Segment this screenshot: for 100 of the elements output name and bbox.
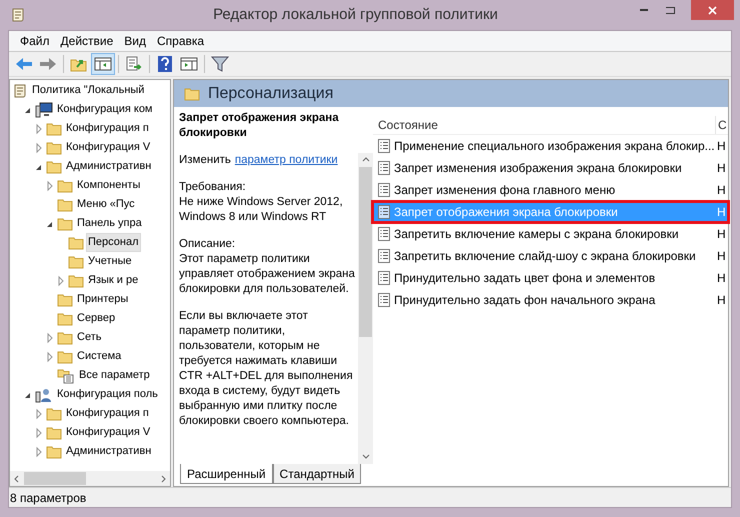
- export-list-icon: [125, 56, 143, 72]
- tree-item[interactable]: Конфигурация п: [64, 404, 151, 423]
- horizontal-scrollbar[interactable]: [10, 471, 170, 486]
- menu-item[interactable]: Справка: [152, 32, 210, 50]
- menu-item[interactable]: Действие: [56, 32, 118, 50]
- expand-arrow-icon[interactable]: [45, 332, 55, 344]
- scroll-icon: [12, 82, 28, 98]
- description-text: Если вы включаете этот параметр политики, пользователи, которым не требуется нажимать клавиши CTR +ALT+DEL для выполнения входа в систему, будут видеть выбранную ими плитку после блокировки своего компьютера.: [179, 309, 354, 429]
- column-header[interactable]: С: [716, 116, 728, 134]
- expand-arrow-icon[interactable]: [45, 180, 55, 192]
- view-tab[interactable]: Стандартный: [272, 464, 362, 484]
- tree-item[interactable]: Конфигурация V: [64, 423, 152, 442]
- policy-row[interactable]: Принудительно задать цвет фона и элементов Н: [374, 269, 727, 287]
- description-text: Этот параметр политики управляет отображением экрана блокировки для пользователей.: [179, 252, 356, 297]
- expand-arrow-icon[interactable]: [34, 408, 44, 420]
- tree-item[interactable]: Компоненты: [75, 176, 142, 195]
- folder-icon: [68, 254, 84, 268]
- folder-icon: [57, 312, 73, 326]
- edit-label: Изменить: [179, 153, 231, 168]
- forward-arrow-icon: [39, 57, 57, 71]
- tree-item[interactable]: Конфигурация п: [64, 119, 151, 138]
- tree-item[interactable]: Сервер: [75, 309, 118, 328]
- tree-item[interactable]: Учетные: [86, 252, 134, 271]
- policy-name: Запретить включение камеры с экрана блокировки: [394, 226, 679, 243]
- scrollbar-thumb[interactable]: [24, 472, 86, 485]
- tree-item[interactable]: Язык и ре: [86, 271, 140, 290]
- folder-icon: [57, 350, 73, 364]
- folder-icon: [57, 198, 73, 212]
- edit-policy-link[interactable]: параметр политики: [234, 153, 338, 168]
- table-cell-text: Н: [716, 248, 727, 265]
- table-cell-text: Н: [716, 138, 727, 155]
- expand-arrow-icon[interactable]: [34, 122, 44, 134]
- window-view-icon: [180, 57, 198, 71]
- expand-arrow-icon[interactable]: [34, 426, 44, 438]
- folder-icon: [184, 86, 200, 100]
- policy-row[interactable]: Запрет изменения изображения экрана блокировки Н: [374, 159, 727, 177]
- folder-icon: [57, 292, 73, 306]
- policy-document-icon: [378, 293, 390, 307]
- policy-name: Применение специального изображения экрана блокир...: [394, 138, 715, 155]
- policy-row[interactable]: Запретить включение камеры с экрана блокировки Н: [374, 225, 727, 243]
- folder-icon: [46, 140, 62, 154]
- tree-item[interactable]: Система: [75, 347, 124, 366]
- expand-arrow-icon[interactable]: [34, 142, 44, 154]
- tree-item[interactable]: Все параметр: [77, 366, 152, 385]
- tree-item[interactable]: Принтеры: [75, 290, 130, 309]
- policy-name: Запрет отображения экрана блокировки: [394, 204, 618, 221]
- toolbar-button[interactable]: [91, 53, 115, 75]
- table-cell-text: Н: [716, 204, 727, 221]
- tree-item[interactable]: Панель упра: [75, 214, 144, 233]
- panel-layout-icon: [94, 57, 112, 71]
- tree-item[interactable]: Административн: [64, 442, 154, 461]
- tree-item[interactable]: Конфигурация ком: [55, 100, 154, 119]
- minimize-icon: [640, 8, 648, 12]
- tree-item[interactable]: Конфигурация поль: [55, 385, 160, 404]
- computer-icon: [35, 102, 53, 118]
- close-button[interactable]: [691, 0, 734, 20]
- folder-icon: [57, 178, 73, 192]
- close-icon: [708, 6, 717, 14]
- policy-name: Запрет изменения фона главного меню: [394, 182, 616, 199]
- folder-icon: [57, 330, 73, 344]
- policy-row[interactable]: Принудительно задать фон начального экрана Н: [374, 291, 727, 309]
- policy-row[interactable]: Запрет изменения фона главного меню Н: [374, 181, 727, 199]
- tree-item[interactable]: Конфигурация V: [64, 138, 152, 157]
- folder-icon: [68, 274, 84, 288]
- window-title: Редактор локальной групповой политики: [212, 4, 499, 25]
- expand-arrow-icon[interactable]: [34, 446, 44, 458]
- policy-document-icon: [378, 227, 390, 241]
- policy-row[interactable]: Запретить включение слайд-шоу с экрана блокировки Н: [374, 247, 727, 265]
- tree-item[interactable]: Сеть: [75, 328, 104, 347]
- expand-arrow-icon[interactable]: [56, 274, 66, 286]
- policy-row[interactable]: Применение специального изображения экрана блокир... Н: [374, 137, 727, 155]
- settings-list-icon: [57, 368, 75, 384]
- back-arrow-icon: [15, 57, 33, 71]
- tree-item[interactable]: Административн: [64, 157, 154, 176]
- menu-item[interactable]: Файл: [15, 32, 55, 50]
- folder-icon: [46, 444, 62, 458]
- tree-item[interactable]: Меню «Пус: [75, 195, 137, 214]
- policy-title: Запрет отображения экрана блокировки: [179, 111, 340, 141]
- table-cell-text: Н: [716, 226, 727, 243]
- menu-item[interactable]: Вид: [119, 32, 151, 50]
- folder-icon: [46, 406, 62, 420]
- tree-item[interactable]: Персонал: [86, 233, 140, 252]
- requirements-text: Не ниже Windows Server 2012, Windows 8 или Windows RT: [179, 195, 344, 225]
- scrollbar-thumb[interactable]: [359, 167, 372, 337]
- tree-item[interactable]: Политика "Локальный: [30, 81, 146, 100]
- help-icon: [158, 56, 172, 72]
- scroll-icon: [10, 7, 26, 23]
- policy-name: Принудительно задать цвет фона и элементов: [394, 270, 656, 287]
- column-header[interactable]: Состояние: [373, 116, 716, 134]
- maximize-icon: [666, 6, 674, 14]
- vertical-scrollbar[interactable]: [358, 153, 373, 464]
- policy-document-icon: [378, 139, 390, 153]
- view-tab[interactable]: Расширенный: [180, 464, 273, 484]
- expand-arrow-icon[interactable]: [45, 350, 55, 362]
- folder-icon: [46, 122, 62, 136]
- description-label: Описание:: [179, 237, 236, 252]
- user-icon: [35, 386, 53, 402]
- table-cell-text: Н: [716, 292, 727, 309]
- status-text: 8 параметров: [9, 490, 86, 506]
- table-cell-text: Н: [716, 182, 727, 199]
